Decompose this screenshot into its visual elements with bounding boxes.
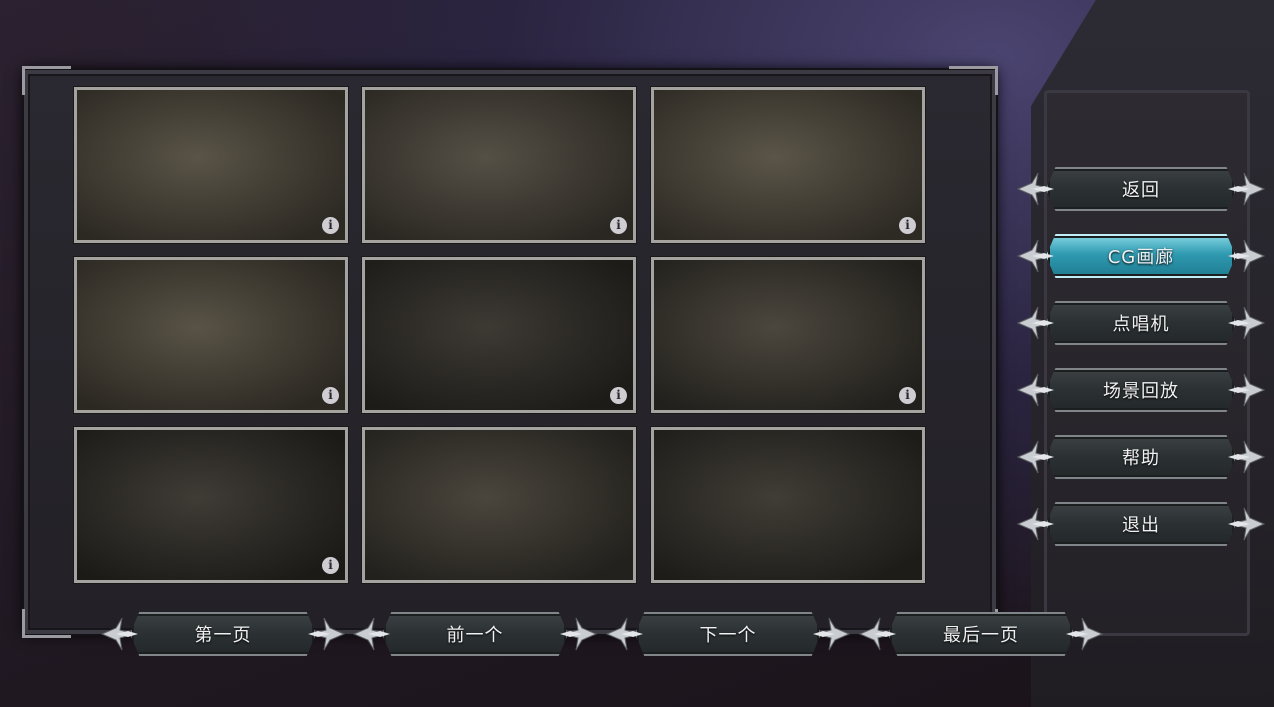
cg-artwork — [77, 260, 345, 410]
info-icon[interactable] — [610, 217, 627, 234]
cg-artwork — [77, 90, 345, 240]
cg-thumbnail[interactable] — [362, 87, 636, 243]
menu-button-1[interactable]: CG画廊 — [1016, 228, 1266, 284]
cg-thumbnail[interactable] — [651, 427, 925, 583]
cg-artwork — [365, 90, 633, 240]
ornament-right-icon — [1226, 504, 1266, 544]
last-page-button[interactable]: 最后一页 — [858, 606, 1104, 662]
cg-artwork — [365, 430, 633, 580]
cg-artwork — [654, 430, 922, 580]
cg-thumbnail[interactable] — [74, 257, 348, 413]
ornament-left-icon — [1016, 169, 1056, 209]
ornament-right-icon — [558, 614, 598, 654]
info-icon[interactable] — [322, 217, 339, 234]
cg-artwork — [77, 430, 345, 580]
last-page-label: 最后一页 — [943, 625, 1019, 646]
ornament-left-icon — [605, 614, 645, 654]
ornament-right-icon — [1064, 614, 1104, 654]
cg-thumbnail[interactable] — [651, 257, 925, 413]
info-icon[interactable] — [899, 217, 916, 234]
next-button[interactable]: 下一个 — [605, 606, 851, 662]
frame-corner-ornament — [22, 609, 71, 638]
ornament-right-icon — [1226, 437, 1266, 477]
ornament-left-icon — [100, 614, 140, 654]
cg-thumbnail[interactable] — [362, 257, 636, 413]
ornament-left-icon — [1016, 504, 1056, 544]
cg-artwork — [365, 260, 633, 410]
building-backdrop — [1031, 0, 1274, 707]
menu-button-0[interactable]: 返回 — [1016, 161, 1266, 217]
menu-button-label: 返回 — [1122, 180, 1160, 201]
ornament-right-icon — [1226, 303, 1266, 343]
ornament-left-icon — [1016, 236, 1056, 276]
ornament-left-icon — [1016, 370, 1056, 410]
ornament-left-icon — [1016, 303, 1056, 343]
info-icon[interactable] — [610, 387, 627, 404]
ornament-right-icon — [306, 614, 346, 654]
cg-artwork — [654, 90, 922, 240]
first-page-label: 第一页 — [194, 625, 252, 646]
previous-button[interactable]: 前一个 — [352, 606, 598, 662]
frame-corner-ornament — [22, 66, 71, 95]
previous-label: 前一个 — [446, 625, 504, 646]
info-icon[interactable] — [322, 387, 339, 404]
menu-button-3[interactable]: 场景回放 — [1016, 362, 1266, 418]
ornament-left-icon — [1016, 437, 1056, 477]
menu-button-5[interactable]: 退出 — [1016, 496, 1266, 552]
menu-button-label: 点唱机 — [1112, 314, 1170, 335]
menu-button-label: 退出 — [1122, 515, 1160, 536]
ornament-right-icon — [811, 614, 851, 654]
cg-thumbnail[interactable] — [651, 87, 925, 243]
menu-button-4[interactable]: 帮助 — [1016, 429, 1266, 485]
ornament-right-icon — [1226, 236, 1266, 276]
menu-button-2[interactable]: 点唱机 — [1016, 295, 1266, 351]
ornament-left-icon — [858, 614, 898, 654]
ornament-left-icon — [352, 614, 392, 654]
menu-button-label: 场景回放 — [1103, 381, 1179, 402]
ornament-right-icon — [1226, 370, 1266, 410]
cg-thumbnail[interactable] — [362, 427, 636, 583]
info-icon[interactable] — [899, 387, 916, 404]
frame-corner-ornament — [949, 66, 998, 95]
cg-thumbnail[interactable] — [74, 427, 348, 583]
ornament-right-icon — [1226, 169, 1266, 209]
menu-button-label: 帮助 — [1122, 448, 1160, 469]
next-label: 下一个 — [699, 625, 757, 646]
cg-artwork — [654, 260, 922, 410]
first-page-button[interactable]: 第一页 — [100, 606, 346, 662]
menu-button-label: CG画廊 — [1107, 247, 1175, 268]
info-icon[interactable] — [322, 557, 339, 574]
cg-thumbnail[interactable] — [74, 87, 348, 243]
